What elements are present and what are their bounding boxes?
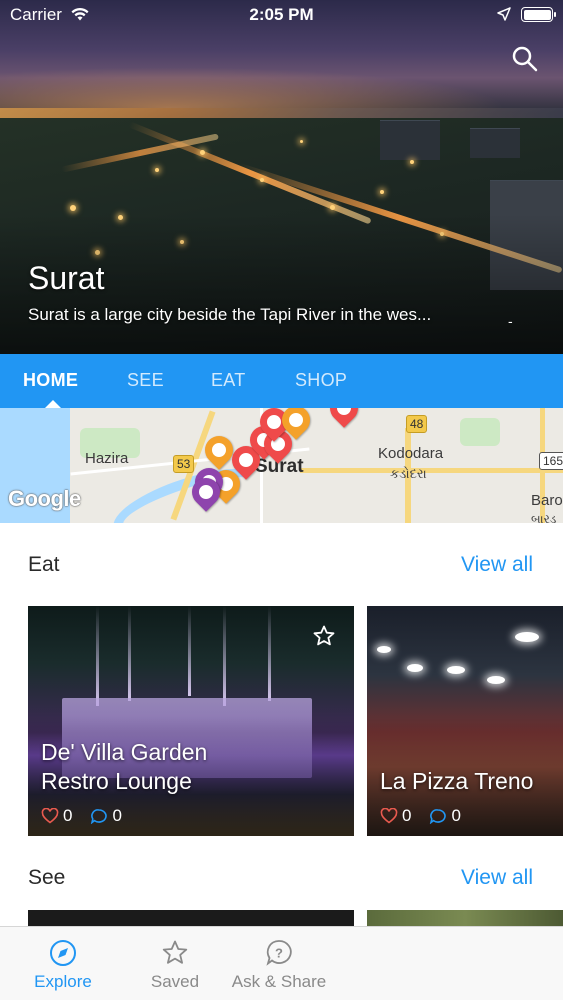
clock: 2:05 PM: [249, 5, 314, 24]
nav-saved-label: Saved: [150, 972, 200, 991]
card-photo-detail: [188, 606, 191, 696]
card-title: La Pizza Treno: [380, 767, 533, 796]
heart-icon[interactable]: [380, 808, 398, 824]
svg-text:?: ?: [275, 946, 283, 961]
place-card[interactable]: De' Villa Garden Restro Lounge 0 0: [28, 606, 354, 836]
search-icon[interactable]: [510, 44, 540, 74]
card-title: De' Villa Garden Restro Lounge: [41, 738, 207, 796]
card-photo-detail: [447, 666, 465, 674]
tab-shop[interactable]: SHOP: [295, 370, 347, 391]
city-title: Surat: [28, 260, 105, 296]
card-stats: 0 0: [380, 806, 479, 826]
card-title-line: La Pizza Treno: [380, 768, 534, 794]
question-bubble-icon: ?: [266, 940, 292, 966]
compass-icon: [50, 940, 76, 966]
highway-shield: 48: [406, 415, 428, 433]
highway-shield: 53: [173, 455, 195, 473]
card-photo-detail: [223, 606, 226, 706]
city-description[interactable]: Surat is a large city beside the Tapi Ri…: [28, 305, 528, 325]
nav-explore[interactable]: Explore: [3, 927, 123, 1000]
map-place-baro-gujarati: બારડ: [531, 512, 557, 523]
eat-view-all-link[interactable]: View all: [461, 553, 533, 577]
eat-section-title: Eat: [28, 553, 60, 576]
bottom-tab-bar: Explore Saved ? Ask & Share: [0, 926, 563, 1000]
like-count: 0: [402, 806, 412, 825]
map-park: [460, 418, 500, 446]
see-section-title: See: [28, 866, 66, 889]
heart-icon[interactable]: [41, 808, 59, 824]
map-pin-see[interactable]: [324, 408, 364, 428]
card-photo-detail: [96, 606, 99, 706]
like-count: 0: [63, 806, 73, 825]
card-title-line: Restro Lounge: [41, 768, 192, 794]
battery-icon: [521, 7, 556, 22]
tab-active-indicator: [45, 400, 61, 408]
google-logo: Google: [8, 486, 81, 511]
tab-see[interactable]: SEE: [127, 370, 164, 391]
card-photo-detail: [377, 646, 391, 653]
map-highway: [300, 468, 563, 473]
favorite-star-icon[interactable]: [312, 624, 336, 648]
highway-shield: 165: [539, 452, 563, 470]
tab-home[interactable]: HOME: [23, 370, 78, 391]
star-icon: [162, 940, 188, 964]
see-view-all-link[interactable]: View all: [461, 866, 533, 890]
card-photo-detail: [268, 606, 271, 701]
nav-ask-share-label: Ask & Share: [231, 972, 327, 991]
city-hero: [0, 0, 563, 354]
nav-explore-label: Explore: [34, 972, 92, 991]
map-place-hazira: Hazira: [85, 450, 129, 467]
comment-count: 0: [451, 806, 461, 825]
section-tabs: HOME SEE EAT SHOP: [0, 354, 563, 408]
tab-eat[interactable]: EAT: [211, 370, 246, 391]
comment-count: 0: [112, 806, 122, 825]
comment-icon[interactable]: [90, 808, 108, 824]
city-map[interactable]: Hazira Surat Kododara કડોદરા Baro બારડ 4…: [0, 408, 563, 523]
map-place-baro: Baro: [531, 492, 563, 509]
map-place-kododara-gujarati: કડોદરા: [390, 466, 427, 481]
nav-saved[interactable]: Saved: [115, 927, 235, 1000]
hero-page-indicator: -: [508, 313, 513, 329]
card-title-line: De' Villa Garden: [41, 739, 208, 765]
map-place-kododara: Kododara: [378, 445, 444, 462]
card-photo-detail: [128, 606, 131, 701]
status-bar: Carrier 2:05 PM: [0, 0, 563, 30]
comment-icon[interactable]: [429, 808, 447, 824]
card-photo-detail: [487, 676, 505, 684]
location-arrow-icon: [497, 7, 511, 21]
place-card[interactable]: La Pizza Treno 0 0: [367, 606, 563, 836]
card-stats: 0 0: [41, 806, 140, 826]
card-photo-detail: [407, 664, 423, 672]
card-photo-detail: [515, 632, 539, 642]
nav-ask-share[interactable]: ? Ask & Share: [219, 927, 339, 1000]
